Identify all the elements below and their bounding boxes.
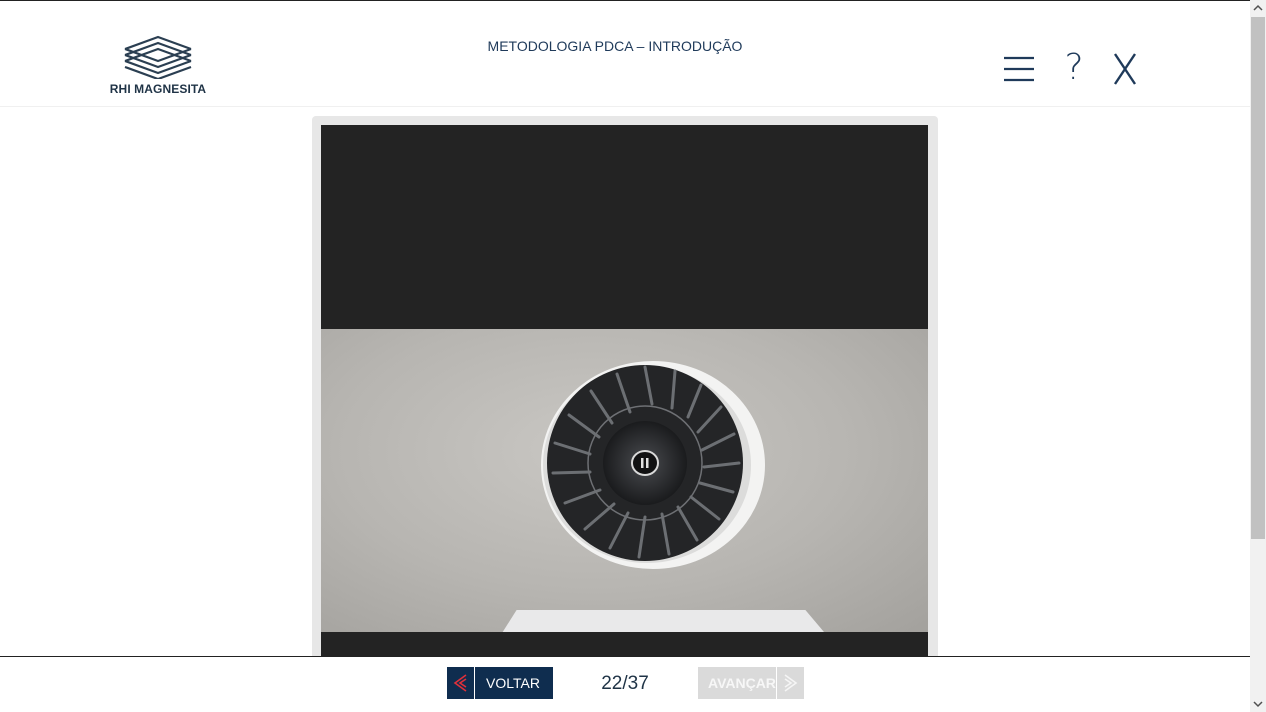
hamburger-menu-icon bbox=[1004, 56, 1034, 82]
scroll-down-button[interactable] bbox=[1250, 696, 1266, 712]
back-button[interactable]: VOLTAR bbox=[447, 667, 553, 699]
scroll-up-button[interactable] bbox=[1250, 0, 1266, 16]
close-button[interactable] bbox=[1109, 47, 1141, 89]
rhi-magnesita-logo: RHI MAGNESITA bbox=[108, 35, 208, 97]
double-chevron-right-icon bbox=[784, 674, 798, 692]
back-arrow-box bbox=[447, 667, 475, 699]
footer-nav: VOLTAR 22/37 AVANÇAR bbox=[0, 656, 1250, 712]
course-player-app: RHI MAGNESITA METODOLOGIA PDCA – INTRODU… bbox=[0, 0, 1266, 712]
page-counter: 22/37 bbox=[601, 673, 649, 694]
next-button-label: AVANÇAR bbox=[708, 675, 776, 691]
double-chevron-left-icon bbox=[453, 674, 467, 692]
help-icon: ? bbox=[1064, 47, 1084, 88]
course-title: METODOLOGIA PDCA – INTRODUÇÃO bbox=[487, 38, 743, 54]
help-button[interactable]: ? bbox=[1060, 47, 1088, 89]
video-player-frame bbox=[312, 116, 938, 685]
video-player[interactable] bbox=[321, 125, 928, 685]
header-bar: RHI MAGNESITA METODOLOGIA PDCA – INTRODU… bbox=[0, 1, 1250, 107]
scroll-down-arrow-icon bbox=[1253, 701, 1263, 708]
menu-button[interactable] bbox=[1003, 54, 1035, 84]
table-surface bbox=[493, 610, 836, 632]
turbine-fan-image bbox=[535, 359, 765, 579]
vertical-scrollbar[interactable] bbox=[1250, 0, 1266, 712]
next-button[interactable]: AVANÇAR bbox=[698, 667, 804, 699]
close-x-icon bbox=[1114, 53, 1136, 85]
video-frame-image bbox=[321, 329, 928, 632]
scroll-thumb[interactable] bbox=[1251, 17, 1265, 539]
scroll-up-arrow-icon bbox=[1253, 4, 1263, 11]
logo-text: RHI MAGNESITA bbox=[109, 82, 207, 96]
next-arrow-box bbox=[776, 667, 804, 699]
logo-mark-icon bbox=[124, 35, 192, 79]
back-button-label: VOLTAR bbox=[486, 675, 540, 691]
